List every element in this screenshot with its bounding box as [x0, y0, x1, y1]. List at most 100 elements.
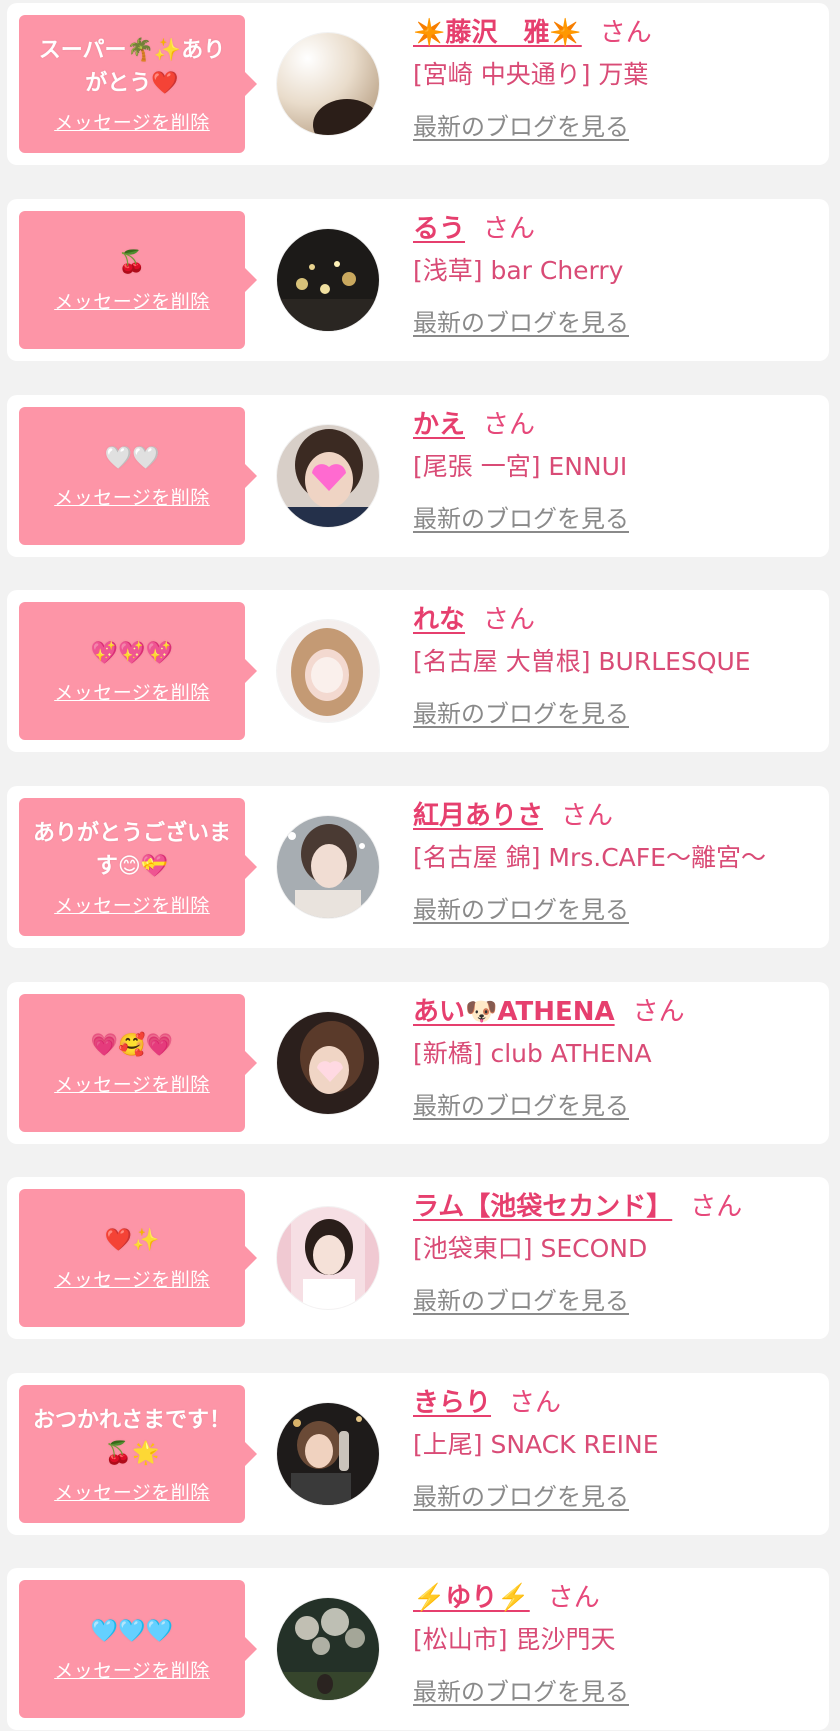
message-bubble: 🤍🤍 メッセージを削除	[19, 407, 257, 545]
profile-photo-icon	[277, 1403, 379, 1505]
shop-label: [宮崎 中央通り] 万葉	[413, 60, 649, 89]
honorific: さん	[561, 801, 614, 831]
host-name-link[interactable]: れな	[413, 605, 465, 635]
avatar[interactable]	[277, 1403, 379, 1505]
message-text: おつかれさまです！🍒🌟	[32, 1407, 231, 1466]
host-info: るう さん [浅草] bar Cherry 最新のブログを見る	[413, 209, 819, 338]
avatar[interactable]	[277, 816, 379, 918]
host-info: ⚡️ゆり⚡️ さん [松山市] 毘沙門天 最新のブログを見る	[413, 1578, 819, 1707]
message-text: 🤍🤍	[104, 446, 160, 471]
shop-label: [松山市] 毘沙門天	[413, 1625, 616, 1654]
latest-blog-link[interactable]: 最新のブログを見る	[413, 499, 629, 534]
latest-blog-link[interactable]: 最新のブログを見る	[413, 1281, 629, 1316]
profile-photo-icon	[277, 1598, 379, 1700]
name-row: きらり さん	[413, 1383, 819, 1423]
host-name-link[interactable]: かえ	[413, 410, 465, 440]
profile-photo-icon	[277, 33, 379, 135]
host-info: あい🐶ATHENA さん [新橋] club ATHENA 最新のブログを見る	[413, 992, 819, 1121]
message-text: ありがとうございます😊💝	[32, 820, 231, 879]
message-bubble: おつかれさまです！🍒🌟 メッセージを削除	[19, 1385, 257, 1523]
message-bubble: ❤️✨ メッセージを削除	[19, 1189, 257, 1327]
message-bubble: 💖💖💖 メッセージを削除	[19, 602, 257, 740]
avatar[interactable]	[277, 1598, 379, 1700]
host-info: きらり さん [上尾] SNACK REINE 最新のブログを見る	[413, 1383, 819, 1512]
profile-photo-icon	[277, 425, 379, 527]
host-name-link[interactable]: るう	[413, 214, 465, 244]
delete-message-link[interactable]: メッセージを削除	[54, 287, 210, 314]
latest-blog-link[interactable]: 最新のブログを見る	[413, 107, 629, 142]
profile-photo-icon	[277, 816, 379, 918]
message-card: ありがとうございます😊💝 メッセージを削除 紅月ありさ さん [名古屋 錦] Mr…	[7, 786, 829, 948]
profile-photo-icon	[277, 229, 379, 331]
honorific: さん	[483, 410, 536, 440]
profile-photo-icon	[277, 620, 379, 722]
honorific: さん	[599, 18, 652, 48]
message-text: 💗🥰💗	[90, 1033, 174, 1058]
shop-label: [名古屋 錦] Mrs.CAFE〜離宮〜	[413, 843, 766, 872]
message-bubble: スーパー🌴✨ありがとう❤️ メッセージを削除	[19, 15, 257, 153]
latest-blog-link[interactable]: 最新のブログを見る	[413, 694, 629, 729]
avatar[interactable]	[277, 33, 379, 135]
name-row: 紅月ありさ さん	[413, 796, 819, 836]
host-info: 紅月ありさ さん [名古屋 錦] Mrs.CAFE〜離宮〜 最新のブログを見る	[413, 796, 819, 925]
latest-blog-link[interactable]: 最新のブログを見る	[413, 1672, 629, 1707]
message-text: ❤️✨	[104, 1228, 160, 1253]
delete-message-link[interactable]: メッセージを削除	[54, 108, 210, 135]
name-row: あい🐶ATHENA さん	[413, 992, 819, 1032]
profile-photo-icon	[277, 1012, 379, 1114]
delete-message-link[interactable]: メッセージを削除	[54, 1070, 210, 1097]
latest-blog-link[interactable]: 最新のブログを見る	[413, 1477, 629, 1512]
message-text: スーパー🌴✨ありがとう❤️	[38, 37, 226, 96]
delete-message-link[interactable]: メッセージを削除	[54, 1478, 210, 1505]
message-list: スーパー🌴✨ありがとう❤️ メッセージを削除 ✴️藤沢 雅✴️ さん [宮崎 中央…	[0, 0, 840, 1731]
message-card: 🤍🤍 メッセージを削除 かえ さん [尾張 一宮] ENNUI 最新のブログを見る	[7, 395, 829, 557]
delete-message-link[interactable]: メッセージを削除	[54, 483, 210, 510]
message-bubble: ありがとうございます😊💝 メッセージを削除	[19, 798, 257, 936]
avatar[interactable]	[277, 620, 379, 722]
host-info: れな さん [名古屋 大曽根] BURLESQUE 最新のブログを見る	[413, 600, 819, 729]
message-text: 🩵🩵🩵	[90, 1619, 174, 1644]
host-name-link[interactable]: ラム【池袋セカンド】	[413, 1192, 672, 1222]
shop-label: [池袋東口] SECOND	[413, 1234, 648, 1263]
honorific: さん	[632, 997, 685, 1027]
host-name-link[interactable]: あい🐶ATHENA	[413, 997, 615, 1027]
host-info: ラム【池袋セカンド】 さん [池袋東口] SECOND 最新のブログを見る	[413, 1187, 819, 1316]
honorific: さん	[483, 214, 536, 244]
avatar[interactable]	[277, 425, 379, 527]
name-row: ラム【池袋セカンド】 さん	[413, 1187, 819, 1227]
host-name-link[interactable]: きらり	[413, 1388, 491, 1418]
host-name-link[interactable]: 紅月ありさ	[413, 801, 543, 831]
message-card: 🩵🩵🩵 メッセージを削除 ⚡️ゆり⚡️ さん [松山市] 毘沙門天 最新のブログを…	[7, 1568, 829, 1730]
name-row: れな さん	[413, 600, 819, 640]
message-text: 🍒	[118, 250, 146, 275]
shop-label: [浅草] bar Cherry	[413, 256, 624, 285]
host-info: かえ さん [尾張 一宮] ENNUI 最新のブログを見る	[413, 405, 819, 534]
message-bubble: 🍒 メッセージを削除	[19, 211, 257, 349]
latest-blog-link[interactable]: 最新のブログを見る	[413, 890, 629, 925]
host-name-link[interactable]: ⚡️ゆり⚡️	[413, 1583, 530, 1613]
host-name-link[interactable]: ✴️藤沢 雅✴️	[413, 18, 582, 48]
name-row: かえ さん	[413, 405, 819, 445]
honorific: さん	[547, 1583, 600, 1613]
delete-message-link[interactable]: メッセージを削除	[54, 1265, 210, 1292]
avatar[interactable]	[277, 1207, 379, 1309]
delete-message-link[interactable]: メッセージを削除	[54, 891, 210, 918]
name-row: ⚡️ゆり⚡️ さん	[413, 1578, 819, 1618]
message-card: おつかれさまです！🍒🌟 メッセージを削除 きらり さん [上尾] SNACK RE…	[7, 1373, 829, 1535]
avatar[interactable]	[277, 229, 379, 331]
honorific: さん	[509, 1388, 562, 1418]
latest-blog-link[interactable]: 最新のブログを見る	[413, 1086, 629, 1121]
profile-photo-icon	[277, 1207, 379, 1309]
honorific: さん	[690, 1192, 743, 1222]
message-card: スーパー🌴✨ありがとう❤️ メッセージを削除 ✴️藤沢 雅✴️ さん [宮崎 中央…	[7, 3, 829, 165]
message-text: 💖💖💖	[90, 641, 174, 666]
shop-label: [新橋] club ATHENA	[413, 1039, 652, 1068]
message-card: 💗🥰💗 メッセージを削除 あい🐶ATHENA さん [新橋] club ATHEN…	[7, 982, 829, 1144]
message-card: 💖💖💖 メッセージを削除 れな さん [名古屋 大曽根] BURLESQUE 最新…	[7, 590, 829, 752]
avatar[interactable]	[277, 1012, 379, 1114]
delete-message-link[interactable]: メッセージを削除	[54, 678, 210, 705]
message-card: 🍒 メッセージを削除 るう さん [浅草] bar Cherry 最新のブログを見…	[7, 199, 829, 361]
delete-message-link[interactable]: メッセージを削除	[54, 1656, 210, 1683]
latest-blog-link[interactable]: 最新のブログを見る	[413, 303, 629, 338]
message-bubble: 💗🥰💗 メッセージを削除	[19, 994, 257, 1132]
